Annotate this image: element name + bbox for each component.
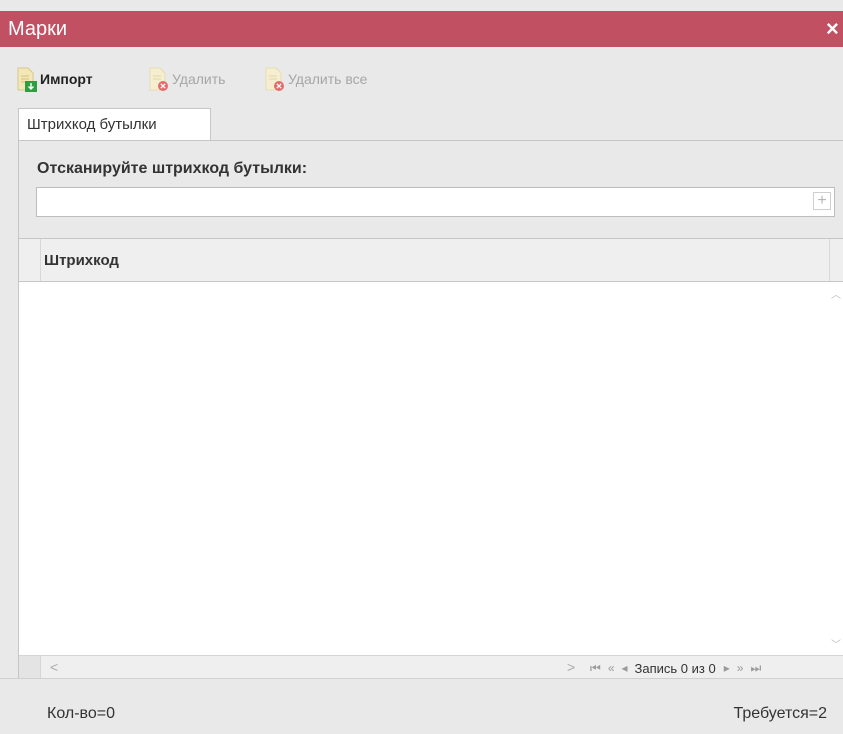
next-page-icon[interactable]: » <box>737 661 744 675</box>
delete-button[interactable]: Удалить <box>148 67 225 91</box>
barcode-input[interactable] <box>41 189 805 217</box>
pager-lead-cell <box>19 656 41 680</box>
scan-label: Отсканируйте штрихкод бутылки: <box>37 160 308 177</box>
import-button-label: Импорт <box>40 71 93 87</box>
close-icon[interactable]: × <box>826 16 839 42</box>
tab-bottle-barcode[interactable]: Штрихкод бутылки <box>18 108 211 141</box>
delete-all-document-icon <box>264 67 284 91</box>
add-barcode-button[interactable]: + <box>813 192 831 210</box>
delete-all-button[interactable]: Удалить все <box>264 67 367 91</box>
dialog-title: Марки <box>8 18 68 40</box>
count-label: Кол-во=0 <box>47 705 115 722</box>
scan-input-field: + <box>36 187 835 217</box>
last-page-icon[interactable]: ⏭ <box>750 661 761 676</box>
import-document-icon <box>16 67 37 92</box>
dialog-titlebar[interactable]: Марки × <box>0 11 843 47</box>
record-info: Запись 0 из 0 <box>634 660 716 676</box>
pager: ⏮ « ◂ Запись 0 из 0 ▸ » ⏭ <box>590 656 768 680</box>
marks-dialog: Марки × Импорт Удалить Удалить все Штрих… <box>0 0 843 734</box>
prev-page-icon[interactable]: « <box>608 661 615 675</box>
toolbar: Импорт Удалить Удалить все <box>0 48 843 110</box>
scroll-left-icon[interactable]: < <box>50 659 58 675</box>
scroll-right-icon[interactable]: > <box>567 659 575 675</box>
delete-button-label: Удалить <box>172 71 226 87</box>
scroll-up-icon[interactable]: ︿ <box>831 286 841 301</box>
barcode-grid: Штрихкод ︿ ﹀ < > ⏮ « ◂ Запись 0 из 0 ▸ »… <box>18 238 843 680</box>
grid-header: Штрихкод <box>19 239 843 282</box>
column-header-barcode[interactable]: Штрихкод <box>41 239 119 281</box>
vertical-scrollbar[interactable]: ︿ ﹀ <box>829 282 843 655</box>
scroll-down-icon[interactable]: ﹀ <box>831 636 841 651</box>
import-button[interactable]: Импорт <box>16 67 93 92</box>
next-record-icon[interactable]: ▸ <box>724 661 730 675</box>
prev-record-icon[interactable]: ◂ <box>622 661 628 675</box>
delete-all-button-label: Удалить все <box>288 71 368 87</box>
column-divider <box>829 239 830 281</box>
grid-pager-bar: < > ⏮ « ◂ Запись 0 из 0 ▸ » ⏭ <box>19 655 843 680</box>
row-selector-header[interactable] <box>19 239 41 281</box>
tab-bar: Штрихкод бутылки <box>0 108 843 141</box>
dialog-footer: Кол-во=0 Требуется=2 <box>0 678 843 734</box>
delete-document-icon <box>148 67 168 91</box>
first-page-icon[interactable]: ⏮ <box>590 661 601 676</box>
required-label: Требуется=2 <box>733 705 827 722</box>
